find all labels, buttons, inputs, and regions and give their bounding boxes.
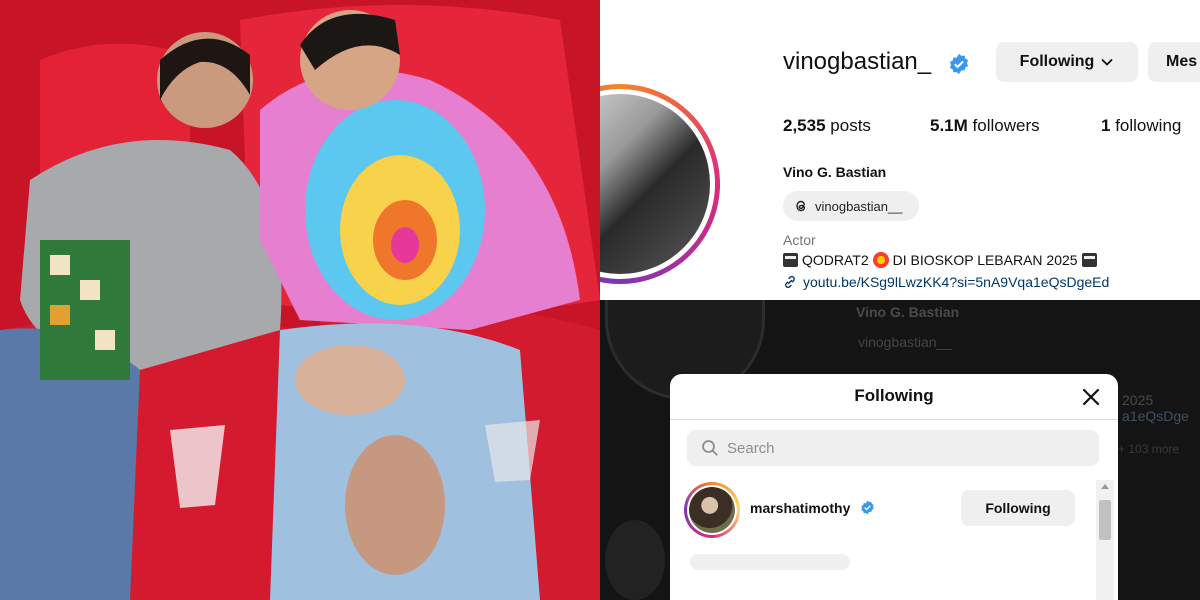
following-label: following xyxy=(1115,116,1182,135)
following-button[interactable]: Following xyxy=(996,42,1138,82)
followers-stat[interactable]: 5.1M followers xyxy=(930,116,1040,136)
search-field[interactable] xyxy=(687,430,1099,466)
list-item-placeholder xyxy=(690,554,850,570)
cinema-photo xyxy=(0,0,600,600)
profile-header: vinogbastian_ Following Mes 2,535 posts … xyxy=(600,0,1200,300)
posts-label: posts xyxy=(830,116,871,135)
message-button[interactable]: Mes xyxy=(1148,42,1200,82)
profile-category: Actor xyxy=(783,232,816,248)
row-following-button[interactable]: Following xyxy=(961,490,1075,526)
profile-username: vinogbastian_ xyxy=(783,48,932,75)
row-avatar[interactable] xyxy=(684,482,740,538)
followers-label: followers xyxy=(972,116,1040,135)
clapperboard-icon xyxy=(783,253,798,267)
modal-divider xyxy=(670,419,1118,420)
dimmed-more: + 103 more xyxy=(1118,442,1180,456)
collision-icon xyxy=(872,252,889,268)
scroll-thumb[interactable] xyxy=(1099,500,1111,540)
close-icon[interactable] xyxy=(1080,386,1102,408)
profile-avatar[interactable] xyxy=(600,84,720,284)
posts-count: 2,535 xyxy=(783,116,826,135)
threads-icon xyxy=(796,200,806,212)
dimmed-bio: 2025 xyxy=(1122,392,1154,408)
profile-full-name: Vino G. Bastian xyxy=(783,164,887,180)
search-icon xyxy=(702,440,718,456)
modal-title: Following xyxy=(854,386,934,405)
scrollbar[interactable] xyxy=(1096,480,1114,600)
dimmed-avatar-2 xyxy=(605,520,665,600)
threads-badge[interactable]: vinogbastian__ xyxy=(783,191,919,221)
following-modal: Following marshatimothy Following xyxy=(670,374,1118,600)
profile-link[interactable]: youtu.be/KSg9lLwzKK4?si=5nA9Vqa1eQsDgeEd xyxy=(783,274,1109,290)
chevron-down-icon xyxy=(1101,58,1113,66)
dimmed-link: a1eQsDge xyxy=(1122,408,1189,424)
following-count: 1 xyxy=(1101,116,1111,135)
posts-stat: 2,535 posts xyxy=(783,116,871,136)
scroll-up-arrow-icon[interactable] xyxy=(1101,484,1109,489)
clapperboard-icon xyxy=(1081,253,1097,267)
search-input[interactable] xyxy=(727,439,1087,457)
message-button-label: Mes xyxy=(1166,53,1198,70)
dimmed-threads-handle: vinogbastian__ xyxy=(858,334,953,350)
following-button-label: Following xyxy=(1019,53,1095,70)
followers-count: 5.1M xyxy=(930,116,968,135)
bio-part-2: DI BIOSKOP LEBARAN 2025 xyxy=(892,252,1078,268)
bio-part-1: QODRAT2 xyxy=(802,252,869,268)
profile-bio: QODRAT2 DI BIOSKOP LEBARAN 2025 xyxy=(783,252,1097,268)
profile-link-text: youtu.be/KSg9lLwzKK4?si=5nA9Vqa1eQsDgeEd xyxy=(803,274,1110,290)
dimmed-full-name: Vino G. Bastian xyxy=(856,304,960,320)
verified-badge-icon xyxy=(861,500,874,515)
verified-badge-icon xyxy=(949,53,969,75)
photo-panel xyxy=(0,0,600,600)
row-username[interactable]: marshatimothy xyxy=(750,500,850,516)
threads-handle: vinogbastian__ xyxy=(815,198,903,214)
link-icon xyxy=(785,275,795,289)
following-stat[interactable]: 1 following xyxy=(1101,116,1181,136)
